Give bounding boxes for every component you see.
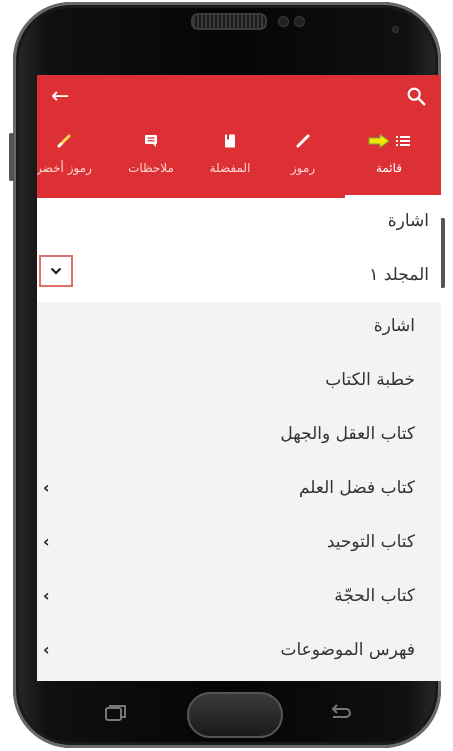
volume-row[interactable]: المجلد ١ — [37, 250, 441, 302]
tab-label: رموز أخضر — [37, 161, 92, 175]
pencil-icon — [296, 134, 310, 148]
list-item[interactable]: اشارة — [37, 302, 441, 356]
list-item[interactable]: ‹ كتاب الحجّة — [37, 572, 441, 626]
app-screen: ← رموز أخضر ملاحظات المفضلة رموز قائمة ا… — [37, 75, 441, 681]
list-item[interactable]: كتاب العقل والجهل — [37, 410, 441, 464]
tab-green-symbols[interactable]: رموز أخضر — [37, 127, 97, 198]
tab-label: ملاحظات — [128, 161, 174, 175]
chevron-down-icon — [50, 267, 62, 275]
tab-label: قائمة — [375, 161, 403, 175]
back-nav-icon[interactable] — [329, 704, 353, 722]
list-item-label: خطبة الكتاب — [325, 370, 415, 390]
app-bar: ← رموز أخضر ملاحظات المفضلة رموز قائمة — [37, 75, 441, 198]
chevron-left-icon[interactable]: ‹ — [43, 478, 50, 497]
list-item-label: كتاب العقل والجهل — [280, 424, 415, 444]
camera-dot — [392, 26, 399, 33]
pencil-icon — [57, 134, 71, 148]
list-item-label: اشارة — [387, 211, 429, 231]
tab-bar: رموز أخضر ملاحظات المفضلة رموز قائمة — [37, 127, 441, 198]
list-item[interactable]: خطبة الكتاب — [37, 356, 441, 410]
volume-button — [9, 133, 14, 181]
list-item-label: كتاب فضل العلم — [298, 478, 415, 498]
collapse-toggle[interactable] — [39, 255, 73, 287]
bookmark-icon — [225, 134, 235, 148]
volume-label: المجلد ١ — [369, 265, 429, 285]
tab-list[interactable]: قائمة — [337, 127, 441, 198]
back-arrow-icon[interactable]: ← — [51, 86, 69, 108]
chevron-left-icon[interactable]: ‹ — [43, 640, 50, 659]
tab-label: رموز — [290, 161, 316, 175]
list-item[interactable]: ‹ كتاب فضل العلم — [37, 464, 441, 518]
recent-apps-icon[interactable] — [105, 704, 127, 722]
sensor-dot — [294, 16, 305, 27]
list-item[interactable]: ‹ كتاب التوحيد — [37, 518, 441, 572]
arrow-right-icon — [368, 134, 390, 148]
search-icon[interactable] — [405, 85, 427, 107]
tab-notes[interactable]: ملاحظات — [113, 127, 189, 198]
list-item-label: اشارة — [373, 316, 415, 336]
earpiece-speaker — [191, 13, 267, 30]
sensor-dot — [278, 16, 289, 27]
list-item-label: فهرس الموضوعات — [280, 640, 415, 660]
tab-label: المفضلة — [209, 161, 251, 175]
hardware-nav-bar — [13, 681, 441, 748]
list-item-top[interactable]: اشارة — [37, 198, 441, 250]
list-icon — [396, 136, 410, 146]
tab-favorites[interactable]: المفضلة — [197, 127, 263, 198]
tab-symbols[interactable]: رموز — [275, 127, 331, 198]
chevron-left-icon[interactable]: ‹ — [43, 586, 50, 605]
chevron-left-icon[interactable]: ‹ — [43, 532, 50, 551]
home-button[interactable] — [187, 692, 283, 738]
list-item-label: كتاب الحجّة — [334, 586, 415, 606]
comment-icon — [145, 135, 157, 147]
list-item[interactable]: ‹ فهرس الموضوعات — [37, 626, 441, 680]
list-item-label: كتاب التوحيد — [326, 532, 415, 552]
